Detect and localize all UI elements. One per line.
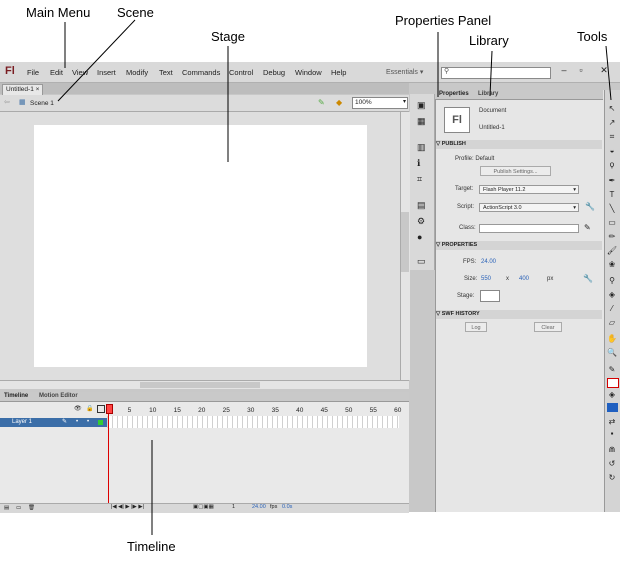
callout-lines xyxy=(57,19,612,535)
